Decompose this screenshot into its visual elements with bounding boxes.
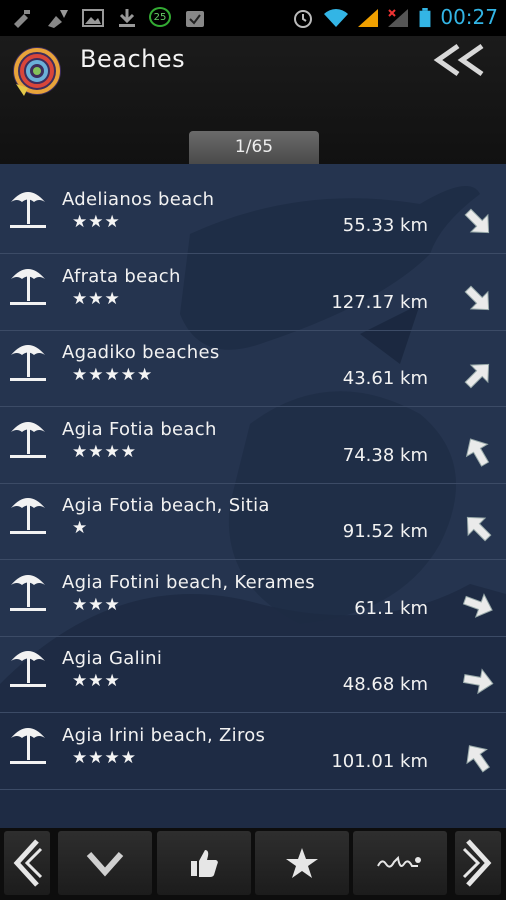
beach-name: Agadiko beaches xyxy=(62,342,220,363)
beach-list-item[interactable]: Agia Fotia beach, Sitia ★ 91.52 km xyxy=(0,484,506,560)
beach-rating: ★★★ xyxy=(72,594,121,615)
expand-more-button[interactable] xyxy=(58,831,152,895)
row-divider xyxy=(0,788,506,790)
gallery-icon xyxy=(82,9,104,27)
signal-no-service-icon xyxy=(388,9,408,27)
beach-name: Agia Fotia beach, Sitia xyxy=(62,495,270,516)
beach-umbrella-icon xyxy=(10,192,46,228)
beach-list-item[interactable]: Agia Fotia beach ★★★★ 74.38 km xyxy=(0,408,506,484)
thumbs-up-icon xyxy=(191,850,218,877)
beach-name: Agia Galini xyxy=(62,648,163,669)
beach-umbrella-icon xyxy=(10,345,46,381)
beach-rating: ★★★★ xyxy=(72,747,137,768)
beach-name: Agia Irini beach, Ziros xyxy=(62,724,266,746)
direction-arrow-icon xyxy=(466,516,492,542)
route-icon xyxy=(377,855,421,868)
direction-arrow-icon xyxy=(465,437,490,467)
clipboard-icon xyxy=(186,11,204,27)
beach-rating: ★★★★ xyxy=(72,441,137,462)
bottom-toolbar xyxy=(0,828,506,900)
beach-umbrella-icon xyxy=(10,574,46,611)
beach-name: Afrata beach xyxy=(62,265,181,287)
beach-distance: 55.33 km xyxy=(342,215,428,236)
app-header: Beaches 1/65 xyxy=(0,36,506,164)
beach-rating: ★★★★★ xyxy=(72,365,154,385)
star-icon xyxy=(286,848,318,878)
usb-debug-icon xyxy=(14,10,30,28)
clock: 00:27 xyxy=(440,5,498,29)
beach-name: Agia Fotia beach xyxy=(62,418,217,440)
beach-list-item[interactable]: Adelianos beach ★★★ 55.33 km xyxy=(0,178,506,254)
beach-distance: 48.68 km xyxy=(342,674,428,695)
beach-umbrella-icon xyxy=(10,421,46,458)
beach-rating: ★★★ xyxy=(72,671,121,691)
beach-list-item[interactable]: Agia Irini beach, Ziros ★★★★ 101.01 km xyxy=(0,714,506,790)
beach-rating: ★ xyxy=(72,518,89,538)
route-button[interactable] xyxy=(353,831,447,895)
beach-list-item[interactable]: Agadiko beaches ★★★★★ 43.61 km xyxy=(0,331,506,407)
chevron-left-icon xyxy=(13,839,43,887)
cleaning-icon xyxy=(48,10,68,28)
beach-umbrella-icon xyxy=(10,268,46,305)
next-button[interactable] xyxy=(455,831,501,895)
direction-arrow-icon xyxy=(462,668,494,695)
beach-distance: 91.52 km xyxy=(342,521,428,542)
alarm-icon xyxy=(294,10,312,28)
beach-distance: 74.38 km xyxy=(342,444,428,466)
direction-arrow-icon xyxy=(464,285,490,310)
download-icon xyxy=(119,9,135,27)
beach-distance: 101.01 km xyxy=(331,750,428,772)
beach-name: Adelianos beach xyxy=(62,189,215,210)
direction-arrow-icon xyxy=(464,363,490,389)
like-button[interactable] xyxy=(157,831,251,895)
page-title: Beaches xyxy=(80,45,186,73)
favorite-button[interactable] xyxy=(255,831,349,895)
beach-list-item[interactable]: Agia Fotini beach, Kerames ★★★ 61.1 km xyxy=(0,561,506,637)
back-double-chevron-icon[interactable] xyxy=(432,42,488,78)
direction-arrow-icon xyxy=(462,592,493,618)
page-counter: 1/65 xyxy=(189,131,319,164)
beach-umbrella-icon xyxy=(10,727,46,764)
beach-umbrella-icon xyxy=(10,498,46,534)
previous-button[interactable] xyxy=(4,831,50,895)
status-bar: 25 00:27 xyxy=(0,0,506,36)
notification-badge: 25 xyxy=(149,7,171,27)
beach-rating: ★★★ xyxy=(72,212,121,232)
chevron-down-icon xyxy=(86,852,124,877)
beach-name: Agia Fotini beach, Kerames xyxy=(62,571,315,593)
wifi-icon xyxy=(324,9,348,27)
direction-arrow-icon xyxy=(464,208,490,234)
beach-distance: 61.1 km xyxy=(354,597,428,619)
beach-list-item[interactable]: Agia Galini ★★★ 48.68 km xyxy=(0,637,506,713)
battery-icon xyxy=(419,8,431,28)
beach-distance: 43.61 km xyxy=(342,368,428,389)
beach-rating: ★★★ xyxy=(72,288,121,309)
beach-distance: 127.17 km xyxy=(331,291,428,313)
beach-umbrella-icon xyxy=(10,651,46,687)
app-logo-icon[interactable] xyxy=(10,44,64,98)
beach-list-item[interactable]: Afrata beach ★★★ 127.17 km xyxy=(0,255,506,331)
beach-list: Adelianos beach ★★★ 55.33 km Afrata beach ★★… xyxy=(0,164,506,828)
signal-icon xyxy=(358,9,378,27)
chevron-right-icon xyxy=(462,839,492,887)
direction-arrow-icon xyxy=(466,744,491,772)
